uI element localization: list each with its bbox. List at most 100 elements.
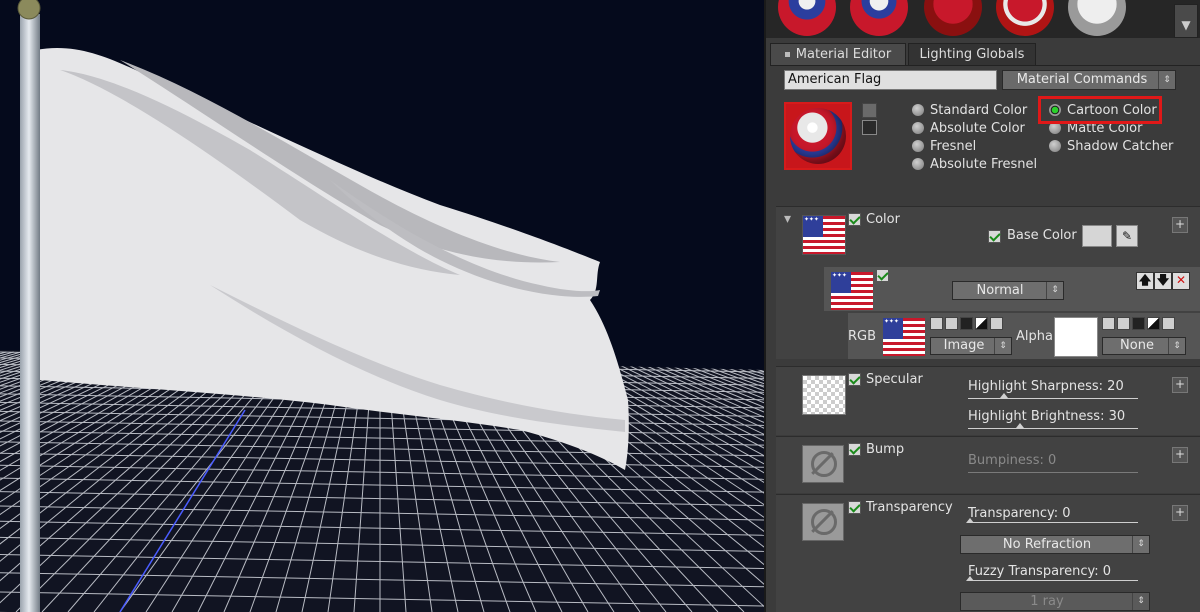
ray-count-label: 1 ray (1030, 594, 1064, 609)
flag-canton (883, 318, 904, 339)
alpha-source-dropdown[interactable]: None ⇕ (1102, 337, 1186, 355)
transparency-slider[interactable] (968, 522, 1138, 523)
material-preview[interactable] (784, 102, 852, 170)
radio-icon (912, 158, 924, 170)
specular-enabled-checkbox[interactable] (848, 373, 861, 386)
material-thumb-2[interactable] (850, 0, 908, 36)
bump-section-title: Bump (866, 442, 905, 457)
color-texture-thumbnail[interactable] (802, 215, 846, 255)
rgb-map-icon-2[interactable] (945, 317, 958, 330)
eyedropper-icon[interactable]: ✎ (1116, 225, 1138, 247)
dropdown-arrow-icon: ⇕ (1132, 536, 1149, 553)
rgb-map-icon-4[interactable] (975, 317, 988, 330)
rgb-map-icon-5[interactable] (990, 317, 1003, 330)
dropdown-arrow-icon: ⇕ (1158, 71, 1175, 89)
bump-enabled-checkbox[interactable] (848, 443, 861, 456)
3d-viewport[interactable] (0, 0, 766, 612)
tab-material-editor[interactable]: Material Editor (770, 43, 906, 65)
material-commands-dropdown[interactable]: Material Commands ⇕ (1002, 70, 1176, 90)
color-add-layer-icon[interactable]: + (1172, 217, 1188, 233)
radio-icon (912, 122, 924, 134)
dropdown-arrow-icon: ⇕ (994, 338, 1011, 354)
collapse-arrow-icon[interactable]: ▾ (784, 211, 791, 227)
rgb-source-dropdown[interactable]: Image ⇕ (930, 337, 1012, 355)
editor-tabs: Material Editor Lighting Globals (770, 43, 1200, 66)
refraction-label: No Refraction (1002, 537, 1092, 552)
base-color-label: Base Color (1007, 228, 1077, 243)
alpha-swatch[interactable] (1054, 317, 1098, 357)
highlight-sharpness-slider[interactable] (968, 398, 1138, 399)
bumpiness-slider[interactable] (968, 472, 1138, 473)
transparency-enabled-checkbox[interactable] (848, 501, 861, 514)
specular-texture-thumbnail[interactable] (802, 375, 846, 415)
radio-absolute-color[interactable]: Absolute Color (912, 121, 1025, 137)
alpha-map-icon-2[interactable] (1117, 317, 1130, 330)
material-thumb-5[interactable] (1068, 0, 1126, 36)
rgb-label: RGB (848, 329, 877, 344)
material-commands-label: Material Commands (1016, 72, 1148, 87)
scene-canvas (0, 0, 764, 612)
material-thumb-4[interactable] (996, 0, 1054, 36)
radio-standard-color[interactable]: Standard Color (912, 103, 1027, 119)
alpha-map-icon-1[interactable] (1102, 317, 1115, 330)
radio-absolute-fresnel-label: Absolute Fresnel (930, 157, 1038, 172)
base-color-swatch[interactable] (1082, 225, 1112, 247)
dropdown-arrow-icon: ⇕ (1168, 338, 1185, 354)
blend-mode-dropdown[interactable]: Normal ⇕ (952, 281, 1064, 300)
flag-canton (831, 272, 852, 293)
transparency-none-icon[interactable] (802, 503, 844, 541)
preview-render-icon[interactable] (862, 120, 877, 135)
highlight-brightness-thumb[interactable] (1016, 423, 1024, 428)
transparency-add-layer-icon[interactable]: + (1172, 505, 1188, 521)
ray-count-dropdown[interactable]: 1 ray ⇕ (960, 592, 1150, 611)
preview-sphere (790, 108, 846, 164)
rgb-map-icon-1[interactable] (930, 317, 943, 330)
tab-material-editor-label: Material Editor (795, 47, 892, 62)
material-thumb-1[interactable] (778, 0, 836, 36)
highlight-sharpness-thumb[interactable] (1000, 393, 1008, 398)
fuzzy-transparency-slider[interactable] (968, 580, 1138, 581)
refraction-dropdown[interactable]: No Refraction ⇕ (960, 535, 1150, 554)
bumpiness-label: Bumpiness: 0 (968, 453, 1057, 468)
flag-pole[interactable] (20, 14, 40, 612)
preview-options-icon[interactable] (862, 103, 877, 118)
alpha-map-icon-4[interactable] (1147, 317, 1160, 330)
dropdown-arrow-icon: ⇕ (1046, 282, 1063, 299)
rgb-source-label: Image (943, 338, 985, 353)
radio-icon (912, 104, 924, 116)
fuzzy-transparency-thumb[interactable] (966, 576, 974, 581)
cartoon-color-highlight (1038, 96, 1162, 124)
highlight-brightness-slider[interactable] (968, 428, 1138, 429)
radio-icon (1049, 140, 1061, 152)
color-enabled-checkbox[interactable] (848, 213, 861, 226)
bump-add-layer-icon[interactable]: + (1172, 447, 1188, 463)
material-editor-panel: ▼ Material Editor Lighting Globals Ameri… (766, 0, 1200, 612)
radio-fresnel[interactable]: Fresnel (912, 139, 976, 155)
material-thumb-3[interactable] (924, 0, 982, 36)
rgb-alpha-row: RGB Image ⇕ Alpha None ⇕ (848, 313, 1200, 359)
alpha-map-icon-5[interactable] (1162, 317, 1175, 330)
layer-texture-thumbnail[interactable] (830, 271, 874, 311)
rgb-texture-thumbnail[interactable] (882, 317, 926, 357)
radio-absolute-fresnel[interactable]: Absolute Fresnel (912, 157, 1037, 173)
highlight-brightness-label: Highlight Brightness: 30 (968, 409, 1126, 424)
material-thumbnail-strip: ▼ (766, 0, 1200, 38)
specular-add-layer-icon[interactable]: + (1172, 377, 1188, 393)
base-color-checkbox[interactable] (988, 230, 1001, 243)
pole-finial (17, 0, 41, 20)
delete-layer-icon[interactable]: ✕ (1172, 272, 1190, 290)
alpha-map-icon-3[interactable] (1132, 317, 1145, 330)
radio-shadow-catcher-label: Shadow Catcher (1067, 139, 1174, 154)
bump-none-icon[interactable] (802, 445, 844, 483)
layer-enabled-checkbox[interactable] (876, 269, 889, 282)
color-section: ▾ Color Base Color ✎ + Normal ⇕ 🡅 🡇 ✕ RG… (776, 206, 1200, 359)
move-layer-up-icon[interactable]: 🡅 (1136, 272, 1154, 290)
transparency-thumb[interactable] (966, 518, 974, 523)
strip-scroll-down-icon[interactable]: ▼ (1174, 4, 1198, 38)
material-name-field[interactable]: American Flag (784, 70, 997, 90)
dropdown-arrow-icon: ⇕ (1132, 593, 1149, 610)
move-layer-down-icon[interactable]: 🡇 (1154, 272, 1172, 290)
tab-lighting-globals[interactable]: Lighting Globals (908, 43, 1036, 65)
rgb-map-icon-3[interactable] (960, 317, 973, 330)
radio-shadow-catcher[interactable]: Shadow Catcher (1049, 139, 1173, 155)
